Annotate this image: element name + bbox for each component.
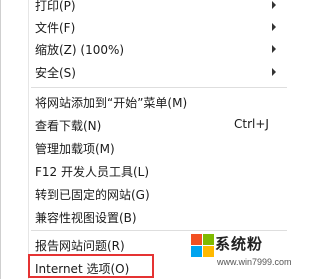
menu-item-compat-view-settings[interactable]: 兼容性视图设置(B) bbox=[1, 205, 287, 229]
windows-logo-icon bbox=[191, 234, 202, 245]
menu-item-label: 管理加载项(M) bbox=[35, 142, 115, 156]
menu-item-add-site-to-start[interactable]: 将网站添加到“开始”菜单(M) bbox=[1, 90, 287, 114]
submenu-arrow-icon bbox=[272, 1, 276, 9]
menu-item-shortcut: Ctrl+J bbox=[234, 117, 269, 131]
menu-item-label: 缩放(Z) (100%) bbox=[35, 43, 125, 57]
internet-options-highlight-box bbox=[28, 254, 154, 278]
menu-item-pinned-sites[interactable]: 转到已固定的网站(G) bbox=[1, 182, 287, 206]
menu-item-label: 文件(F) bbox=[35, 21, 76, 35]
windows-logo-icon bbox=[191, 246, 202, 257]
watermark-logo: 系统粉 www.win7999.com bbox=[186, 229, 292, 279]
windows-logo-icon bbox=[203, 234, 214, 245]
menu-item-label: 打印(P) bbox=[35, 0, 76, 13]
menu-item-label: 报告网站问题(R) bbox=[35, 239, 125, 253]
menu-item-view-downloads[interactable]: 查看下载(N) Ctrl+J bbox=[1, 113, 287, 137]
menu-item-label: 安全(S) bbox=[35, 66, 76, 80]
menu-item-label: 查看下载(N) bbox=[35, 119, 102, 133]
menu-item-file[interactable]: 文件(F) bbox=[1, 15, 287, 39]
watermark-brand: 系统粉 bbox=[215, 235, 264, 253]
submenu-arrow-icon bbox=[272, 68, 276, 76]
watermark-url: www.win7999.com bbox=[217, 257, 292, 267]
menu-item-label: 兼容性视图设置(B) bbox=[35, 211, 137, 225]
menu-item-zoom[interactable]: 缩放(Z) (100%) bbox=[1, 37, 287, 61]
menu-item-label: 转到已固定的网站(G) bbox=[35, 188, 150, 202]
menu-separator bbox=[31, 87, 287, 88]
menu-item-safety[interactable]: 安全(S) bbox=[1, 60, 287, 84]
menu-item-f12-dev-tools[interactable]: F12 开发人员工具(L) bbox=[1, 159, 287, 183]
windows-logo-icon bbox=[203, 246, 214, 257]
menu-item-label: 将网站添加到“开始”菜单(M) bbox=[35, 96, 188, 110]
menu-item-label: F12 开发人员工具(L) bbox=[35, 165, 150, 179]
submenu-arrow-icon bbox=[272, 45, 276, 53]
menu-item-manage-addons[interactable]: 管理加载项(M) bbox=[1, 136, 287, 160]
submenu-arrow-icon bbox=[272, 23, 276, 31]
